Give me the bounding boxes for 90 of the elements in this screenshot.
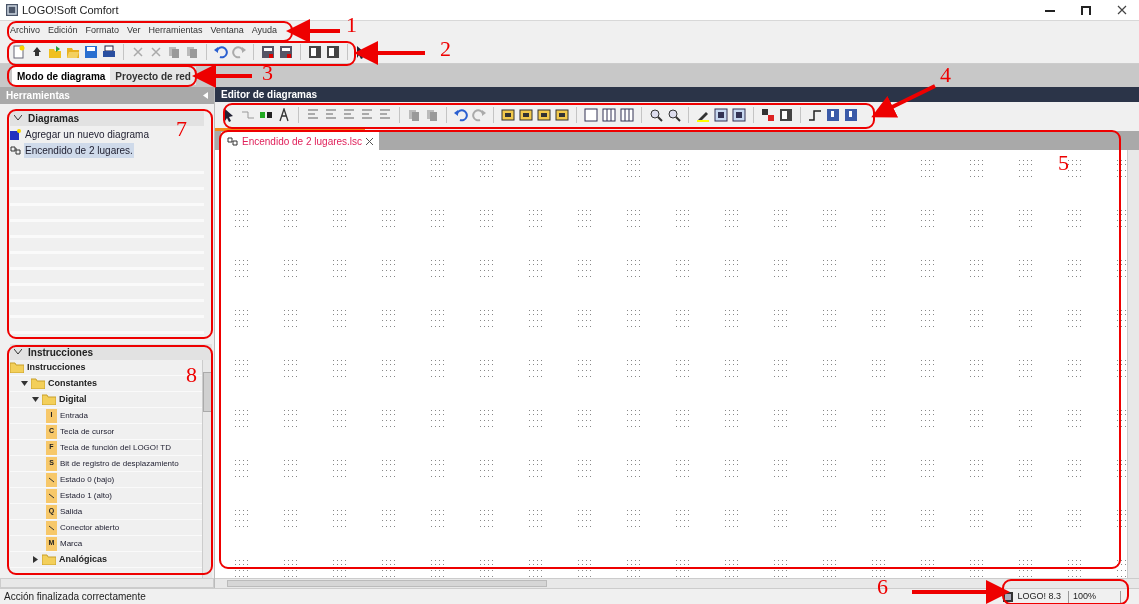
simulation-icon[interactable]	[732, 108, 746, 122]
signal-icon[interactable]	[808, 108, 822, 122]
page-frame-icon[interactable]	[584, 108, 598, 122]
annotation-number: 8	[186, 364, 197, 386]
diagram-icon	[227, 135, 238, 147]
expander-icon[interactable]	[32, 556, 39, 563]
zoom-level: 100%	[1072, 589, 1097, 603]
expander-icon[interactable]	[21, 380, 28, 387]
mode-tab[interactable]: Modo de diagrama	[12, 67, 111, 85]
close-icon[interactable]	[366, 137, 374, 145]
folder-icon	[42, 394, 56, 405]
zoom-icon[interactable]	[649, 108, 663, 122]
save-icon[interactable]	[84, 44, 98, 59]
annotation-arrow	[192, 64, 252, 88]
undo-icon[interactable]	[454, 108, 468, 122]
zoom-icon[interactable]	[667, 108, 681, 122]
annotation-number: 1	[346, 14, 357, 36]
vertical-scrollbar[interactable]	[202, 360, 212, 578]
module-icon[interactable]	[279, 44, 293, 59]
diagram-list-item[interactable]: Encendido de 2 lugares.	[24, 142, 134, 158]
annotation-arrow	[286, 19, 340, 43]
tree-item[interactable]: Conector abierto	[60, 521, 120, 534]
menu-item[interactable]: Ayuda	[251, 23, 277, 38]
editor-title: Editor de diagramas	[221, 88, 318, 102]
undo-icon[interactable]	[214, 44, 228, 59]
restore-icon[interactable]	[1081, 5, 1091, 15]
annotation-arrow	[354, 41, 425, 65]
menu-item[interactable]: Ver	[127, 23, 141, 38]
network-icon[interactable]	[761, 108, 775, 122]
text-icon[interactable]	[277, 108, 291, 122]
columns-icon[interactable]	[620, 108, 634, 122]
annotation-number: 4	[940, 64, 951, 86]
device-label: LOGO! 8.3	[1017, 589, 1062, 603]
mode-tab[interactable]: Proyecto de red	[110, 67, 196, 85]
module-icon[interactable]	[261, 44, 275, 59]
function-block-icon[interactable]	[555, 108, 569, 122]
add-diagram-icon	[10, 128, 21, 140]
expander-icon[interactable]	[32, 396, 39, 403]
tree-item[interactable]: Analógicas	[59, 552, 107, 567]
section-title: Diagramas	[28, 111, 80, 126]
tree-item[interactable]: Constantes	[48, 376, 97, 391]
diagram-list-item[interactable]: Agregar un nuevo diagrama	[24, 126, 150, 142]
annotation-arrow	[871, 84, 936, 118]
annotation-number: 6	[877, 576, 888, 598]
tree-item[interactable]: Bit de registro de desplazamiento	[60, 457, 179, 470]
annotation-number: 5	[1058, 152, 1069, 174]
tree-item[interactable]: Tecla de función del LOGO! TD	[60, 441, 172, 454]
menu-item[interactable]: Ventana	[210, 23, 244, 38]
horizontal-scrollbar[interactable]	[0, 578, 214, 588]
chevron-icon[interactable]	[14, 115, 22, 121]
status-message: Acción finalizada correctamente	[4, 590, 146, 604]
panel-icon[interactable]	[826, 108, 840, 122]
window-icon[interactable]	[308, 44, 322, 59]
function-block-icon[interactable]	[537, 108, 551, 122]
window-icon[interactable]	[326, 44, 340, 59]
tree-item[interactable]: Instrucciones	[27, 360, 86, 375]
function-block-icon[interactable]	[519, 108, 533, 122]
document-tab[interactable]: Encendido de 2 lugares.lsc	[221, 132, 380, 150]
menu-item[interactable]: Edición	[48, 23, 78, 38]
menu-item[interactable]: Archivo	[10, 23, 40, 38]
columns-icon[interactable]	[602, 108, 616, 122]
tree-item[interactable]: Tecla de cursor	[60, 425, 115, 438]
device-icon	[1003, 591, 1014, 602]
tree-item[interactable]: Estado 1 (alto)	[60, 489, 113, 502]
window-title: LOGO!Soft Comfort	[22, 2, 119, 18]
menu-item[interactable]: Formato	[85, 23, 120, 38]
chevron-icon[interactable]	[14, 349, 22, 355]
menu-item[interactable]: Herramientas	[148, 23, 203, 38]
simulation-icon[interactable]	[714, 108, 728, 122]
tree-item[interactable]: Entrada	[60, 409, 89, 422]
annotation-number: 2	[440, 38, 451, 60]
function-block-icon[interactable]	[501, 108, 515, 122]
folder-icon	[10, 362, 24, 373]
tree-item[interactable]: Salida	[60, 505, 83, 518]
diagram-icon	[10, 144, 21, 156]
folder-icon	[31, 378, 45, 389]
window-icon[interactable]	[779, 108, 793, 122]
tree-item[interactable]: Digital	[59, 392, 87, 407]
tree-item[interactable]: Estado 0 (bajo)	[60, 473, 115, 486]
tab-label: Encendido de 2 lugares.lsc	[242, 134, 363, 149]
panel-icon[interactable]	[844, 108, 858, 122]
vertical-scrollbar[interactable]	[1127, 150, 1139, 578]
print-icon[interactable]	[102, 44, 116, 59]
panel-title: Herramientas	[6, 89, 70, 103]
close-icon[interactable]	[1117, 5, 1127, 15]
tree-item[interactable]: Marca	[60, 537, 83, 550]
section-title: Instrucciones	[28, 345, 94, 360]
folder-icon	[42, 554, 56, 565]
annotation-number: 3	[262, 62, 273, 84]
app-icon	[6, 4, 18, 16]
